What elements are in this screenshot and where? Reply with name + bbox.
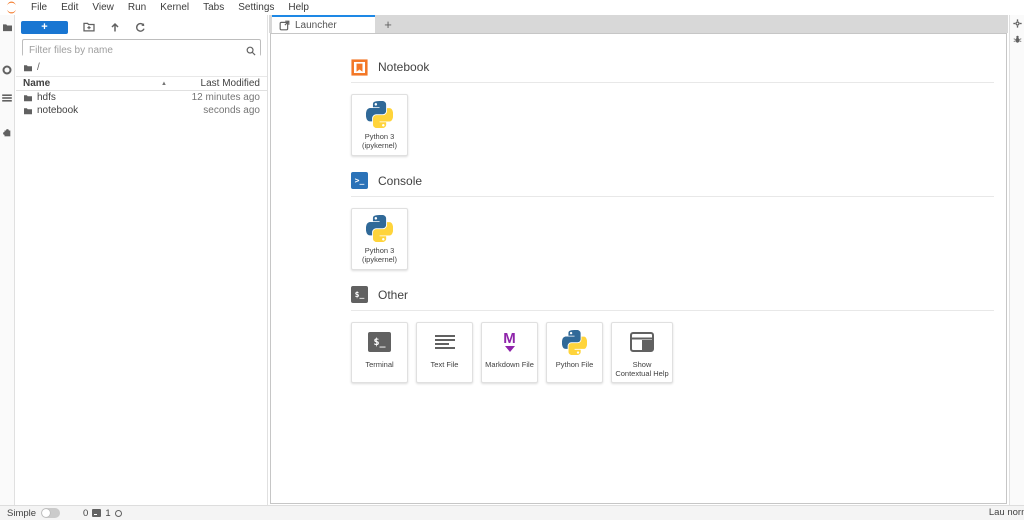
property-inspector-icon[interactable] [1012, 18, 1023, 29]
file-name: notebook [37, 105, 78, 116]
left-sidebar-strip [0, 15, 15, 505]
section-title: Notebook [378, 60, 429, 74]
python-icon [366, 101, 393, 128]
file-name: hdfs [37, 92, 56, 103]
filter-files-input[interactable] [23, 43, 260, 58]
simple-mode-toggle[interactable] [41, 508, 60, 518]
launcher-icon [279, 20, 290, 31]
table-of-contents-icon[interactable] [2, 92, 13, 103]
terminal-mini-icon [92, 509, 101, 517]
file-browser-toolbar: + [16, 19, 267, 35]
card-text-file[interactable]: Text File [416, 322, 473, 384]
file-browser-panel: + [16, 15, 268, 505]
main-tab-bar: Launcher + [269, 15, 1008, 33]
new-folder-icon[interactable] [83, 22, 95, 32]
python-icon [562, 329, 587, 356]
section-title: Other [378, 288, 408, 302]
terminal-count: 0 [83, 508, 88, 519]
card-label: Python File [556, 360, 594, 369]
breadcrumb-root: / [37, 62, 40, 73]
card-label: Python 3 (ipykernel) [354, 132, 405, 151]
card-terminal[interactable]: $_ Terminal [351, 322, 408, 384]
jupyter-logo-icon [5, 1, 18, 14]
status-right-text: Lau norm [989, 507, 1024, 518]
python-icon [366, 215, 393, 242]
search-icon [246, 43, 256, 61]
file-browser-icon[interactable] [2, 22, 13, 33]
section-notebook: Notebook Python 3 (ipykernel) [351, 58, 994, 156]
section-title: Console [378, 174, 422, 188]
new-tab-button[interactable]: + [375, 15, 401, 33]
file-modified: seconds ago [203, 105, 260, 116]
menu-file[interactable]: File [24, 2, 54, 13]
kernel-count: 1 [105, 508, 110, 519]
markdown-icon: M [503, 332, 516, 352]
section-other: $_ Other $_ Terminal Text File [351, 286, 994, 384]
breadcrumb[interactable]: / [16, 61, 267, 74]
notebook-icon [351, 59, 368, 76]
folder-icon [23, 107, 33, 115]
file-listing-header: Name ▲ Last Modified [16, 76, 267, 91]
menu-kernel[interactable]: Kernel [153, 2, 196, 13]
home-folder-icon [23, 64, 33, 72]
simple-mode-label: Simple [7, 508, 36, 519]
menu-run[interactable]: Run [121, 2, 153, 13]
file-modified: 12 minutes ago [192, 92, 260, 103]
upload-icon[interactable] [110, 22, 120, 33]
menu-edit[interactable]: Edit [54, 2, 85, 13]
tab-label: Launcher [295, 20, 337, 31]
extension-manager-icon[interactable] [2, 127, 13, 138]
status-bar: Simple 0 1 Lau norm [0, 505, 1024, 520]
right-sidebar-strip [1009, 15, 1024, 505]
launcher-panel: Notebook Python 3 (ipykernel) >_ [270, 33, 1007, 504]
section-console: >_ Console Python 3 (ipykernel) [351, 172, 994, 270]
menu-help[interactable]: Help [281, 2, 316, 13]
file-row-hdfs[interactable]: hdfs 12 minutes ago [16, 91, 267, 104]
section-divider [351, 82, 994, 83]
card-console-python3[interactable]: Python 3 (ipykernel) [351, 208, 408, 270]
column-header-last-modified[interactable]: Last Modified [175, 78, 260, 89]
terminal-icon: $_ [351, 286, 368, 303]
file-row-notebook[interactable]: notebook seconds ago [16, 104, 267, 117]
menu-settings[interactable]: Settings [231, 2, 281, 13]
card-label: Show Contextual Help [614, 360, 670, 379]
tab-launcher[interactable]: Launcher [272, 15, 375, 33]
menu-tabs[interactable]: Tabs [196, 2, 231, 13]
section-divider [351, 196, 994, 197]
console-icon: >_ [351, 172, 368, 189]
refresh-icon[interactable] [135, 22, 146, 33]
running-sessions-icon[interactable] [2, 64, 13, 75]
card-label: Text File [431, 360, 459, 369]
menu-bar: File Edit View Run Kernel Tabs Settings … [0, 0, 1024, 15]
running-sessions-status[interactable]: 0 1 [83, 508, 122, 519]
card-python-file[interactable]: Python File [546, 322, 603, 384]
column-header-name[interactable]: Name ▲ [23, 78, 175, 89]
card-label: Markdown File [485, 360, 534, 369]
terminal-icon: $_ [368, 332, 391, 352]
contextual-help-icon [630, 329, 654, 356]
section-divider [351, 310, 994, 311]
new-launcher-button[interactable]: + [21, 21, 68, 34]
card-label: Python 3 (ipykernel) [354, 246, 405, 265]
card-show-contextual-help[interactable]: Show Contextual Help [611, 322, 673, 384]
folder-icon [23, 94, 33, 102]
filter-files-box [22, 39, 261, 56]
text-file-icon [435, 335, 455, 349]
card-markdown-file[interactable]: M Markdown File [481, 322, 538, 384]
card-label: Terminal [365, 360, 393, 369]
card-notebook-python3[interactable]: Python 3 (ipykernel) [351, 94, 408, 156]
debugger-bug-icon[interactable] [1012, 34, 1023, 45]
menu-view[interactable]: View [85, 2, 121, 13]
sort-ascending-icon: ▲ [161, 81, 167, 87]
kernel-mini-icon [115, 510, 122, 517]
